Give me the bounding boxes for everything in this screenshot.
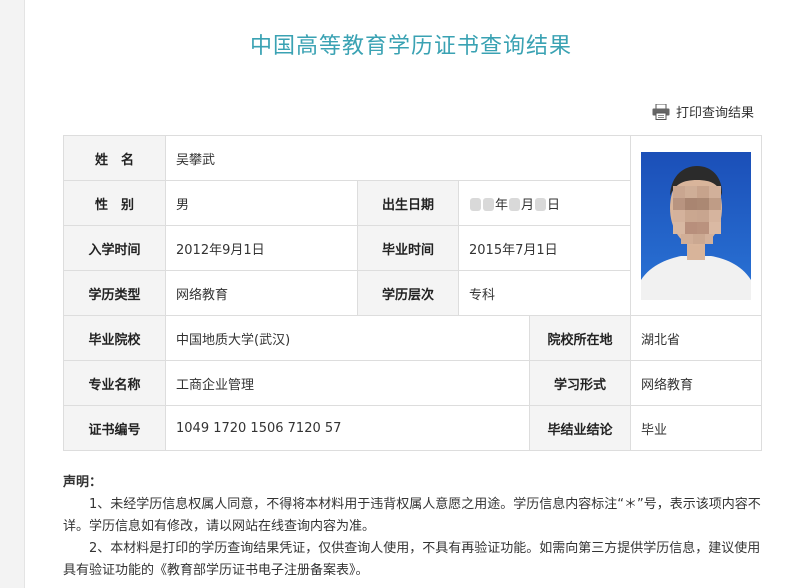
gender-value: 男: [165, 180, 358, 226]
birth-year-suffix: 年: [495, 197, 509, 213]
left-gutter: [0, 0, 25, 588]
name-label: 姓 名: [63, 135, 166, 181]
cert-value: 1049 1720 1506 7120 57: [165, 405, 530, 451]
redacted-block: [509, 197, 521, 211]
page-title: 中国高等教育学历证书查询结果: [249, 34, 572, 59]
student-photo: [641, 151, 751, 300]
row-name: 姓 名 吴攀武: [63, 135, 762, 316]
birth-month-suffix: 月: [521, 197, 535, 213]
type-value: 网络教育: [165, 270, 358, 316]
declaration-item-1: 1、未经学历信息权属人同意，不得将本材料用于违背权属人意愿之用途。学历信息内容标…: [63, 497, 761, 534]
conclusion-label: 毕结业结论: [529, 405, 631, 451]
enroll-label: 入学时间: [63, 225, 166, 271]
declaration-item-2: 2、本材料是打印的学历查询结果凭证，仅供查询人使用，不具有再验证功能。如需向第三…: [63, 541, 761, 578]
printer-icon: [652, 103, 670, 120]
declaration: 声明： 1、未经学历信息权属人同意，不得将本材料用于违背权属人意愿之用途。学历信…: [63, 472, 763, 582]
row-major: 专业名称 工商企业管理 学习形式 网络教育: [63, 360, 762, 406]
school-value: 中国地质大学(武汉): [165, 315, 530, 361]
enroll-value: 2012年9月1日: [165, 225, 358, 271]
name-value: 吴攀武: [165, 135, 631, 181]
level-value: 专科: [458, 270, 631, 316]
location-value: 湖北省: [630, 315, 762, 361]
birth-day-suffix: 日: [547, 197, 561, 213]
cert-label: 证书编号: [63, 405, 166, 451]
major-value: 工商企业管理: [165, 360, 530, 406]
redacted-block: [535, 197, 547, 211]
grad-value: 2015年7月1日: [458, 225, 631, 271]
conclusion-value: 毕业: [630, 405, 762, 451]
birth-value: 年月日: [458, 180, 631, 226]
row-certificate: 证书编号 1049 1720 1506 7120 57 毕结业结论 毕业: [63, 405, 762, 451]
photo-cell: [630, 135, 762, 316]
print-result-link[interactable]: 打印查询结果: [652, 102, 754, 121]
school-label: 毕业院校: [63, 315, 166, 361]
type-label: 学历类型: [63, 270, 166, 316]
row-school: 毕业院校 中国地质大学(武汉) 院校所在地 湖北省: [63, 315, 762, 361]
level-label: 学历层次: [357, 270, 459, 316]
study-value: 网络教育: [630, 360, 762, 406]
study-label: 学习形式: [529, 360, 631, 406]
print-label: 打印查询结果: [675, 106, 754, 121]
location-label: 院校所在地: [529, 315, 631, 361]
declaration-title: 声明：: [63, 475, 103, 490]
major-label: 专业名称: [63, 360, 166, 406]
redacted-block: [483, 197, 494, 211]
gender-label: 性 别: [63, 180, 166, 226]
redacted-block: [470, 197, 481, 211]
birth-label: 出生日期: [357, 180, 459, 226]
grad-label: 毕业时间: [357, 225, 459, 271]
result-table: 姓 名 吴攀武 性 别 男 出生日期 年 月 日 入学时间 2012年9月1日 …: [63, 135, 762, 451]
